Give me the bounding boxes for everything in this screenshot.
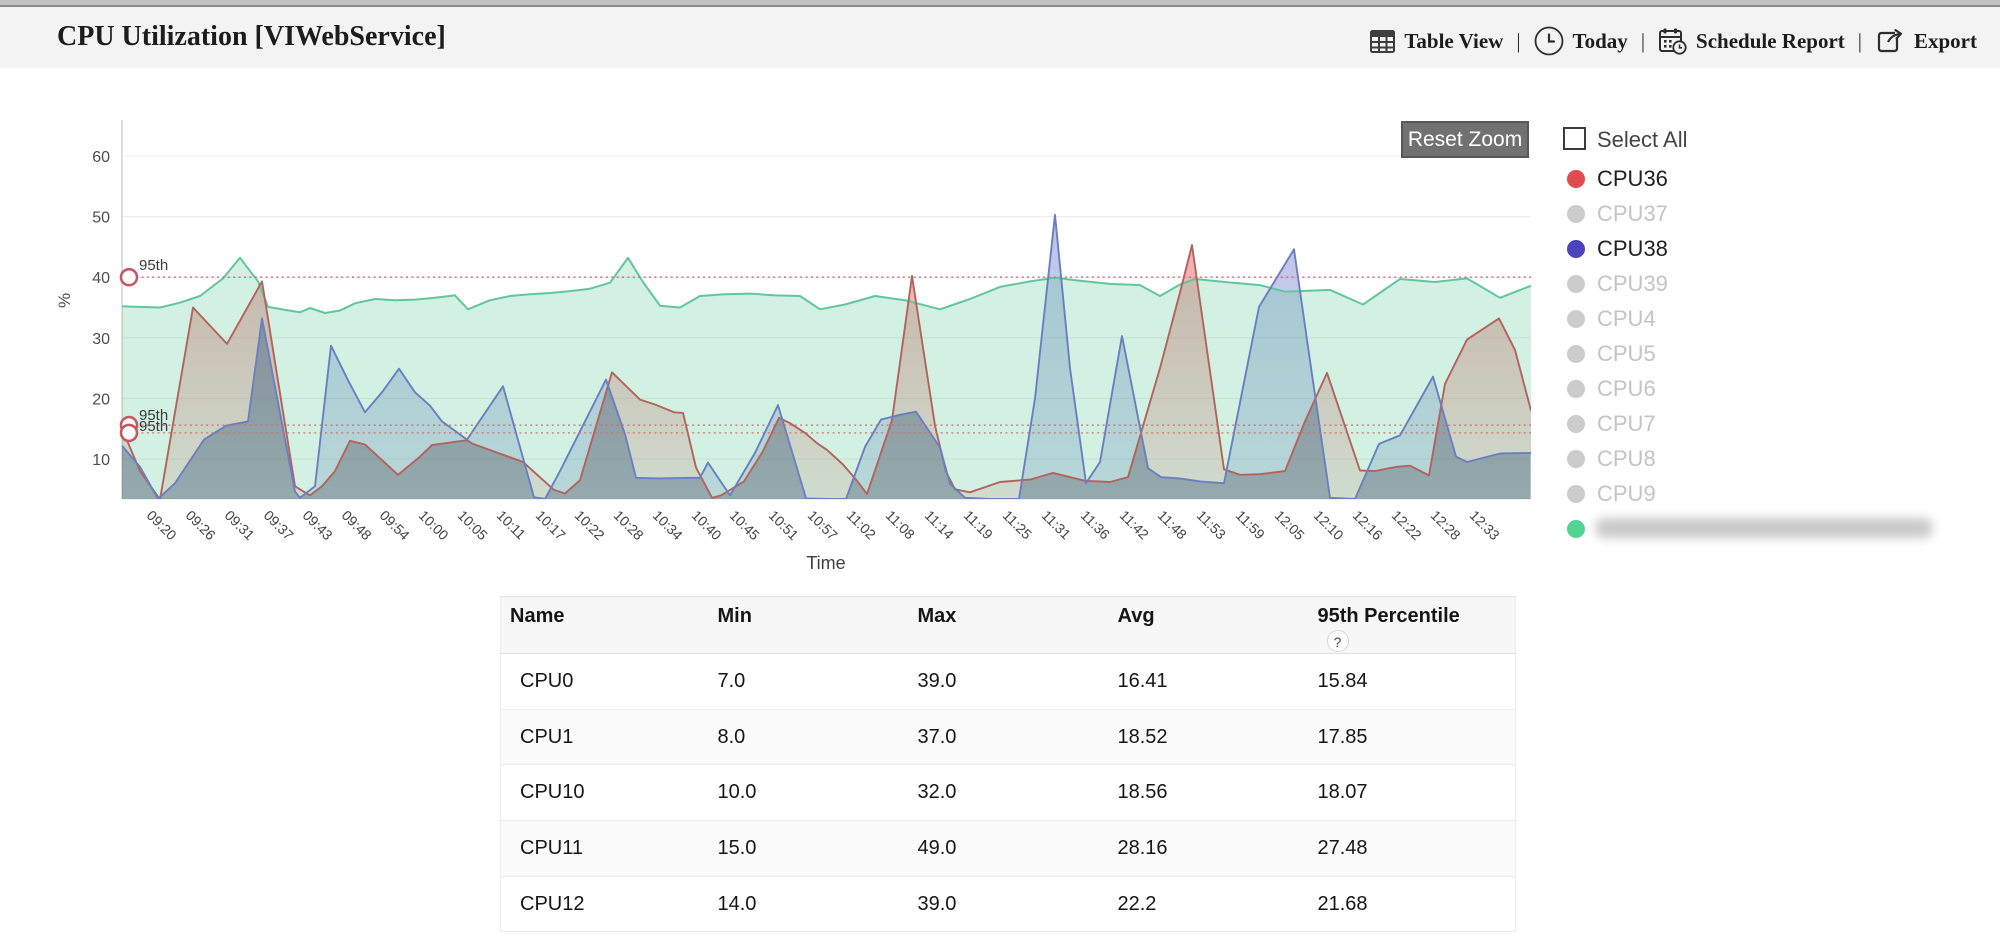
svg-text:60: 60 <box>92 149 110 166</box>
svg-text:95th: 95th <box>139 418 168 435</box>
svg-text:30: 30 <box>92 331 110 348</box>
svg-text:40: 40 <box>92 270 110 287</box>
svg-text:95th: 95th <box>139 257 168 274</box>
svg-text:50: 50 <box>92 210 110 227</box>
svg-text:Time: Time <box>806 553 845 573</box>
svg-text:10: 10 <box>92 452 110 469</box>
svg-text:20: 20 <box>92 391 110 408</box>
svg-text:%: % <box>55 293 74 308</box>
